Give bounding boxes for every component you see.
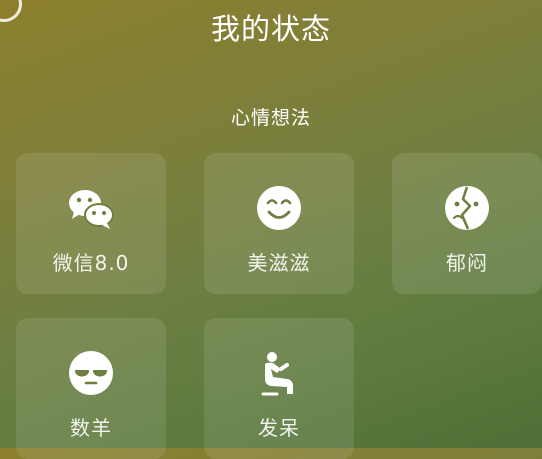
status-label: 美滋滋 (247, 251, 311, 275)
wechat-icon (66, 183, 116, 233)
smile-face-icon (254, 183, 304, 233)
page-title: 我的状态 (210, 12, 331, 46)
status-tile-daze[interactable]: 发呆 (204, 318, 354, 459)
section-title: 心情想法 (230, 107, 311, 129)
status-label: 郁闷 (446, 251, 488, 275)
daze-figure-icon (254, 348, 304, 398)
status-tile-wechat[interactable]: 微信8.0 (16, 153, 166, 294)
status-tile-counting-sheep[interactable]: 数羊 (16, 318, 166, 459)
broken-heart-icon (442, 183, 492, 233)
status-label: 数羊 (70, 416, 112, 440)
status-tile-depressed[interactable]: 郁闷 (392, 153, 542, 294)
status-label: 微信8.0 (52, 251, 130, 275)
status-tile-happy[interactable]: 美滋滋 (204, 153, 354, 294)
status-label: 发呆 (258, 416, 300, 440)
sleepy-face-icon (66, 348, 116, 398)
